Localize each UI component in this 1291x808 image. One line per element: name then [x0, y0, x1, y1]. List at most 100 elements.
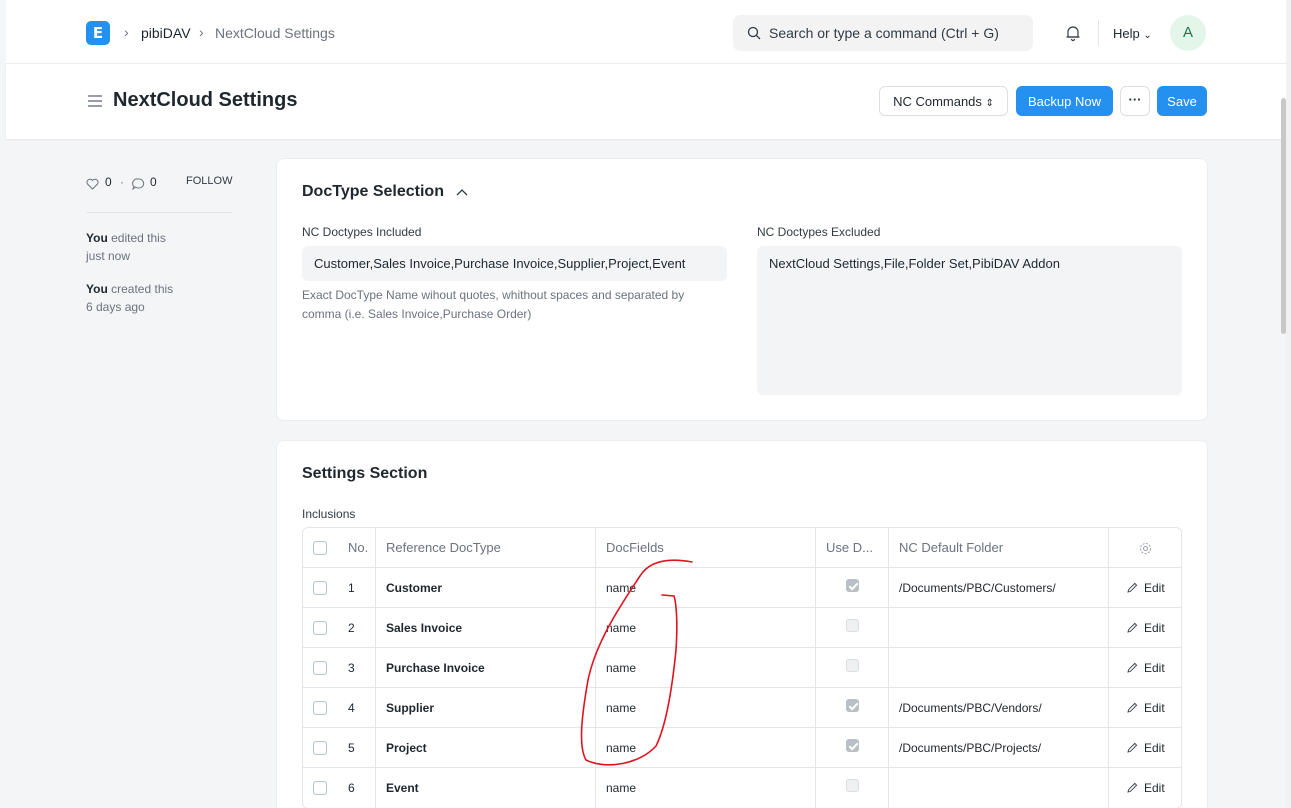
pencil-icon [1127, 782, 1138, 793]
like-count: 0 [105, 175, 112, 189]
row-checkbox-cell [303, 608, 338, 647]
doctype-selection-section: DocType Selection NC Doctypes Included C… [276, 158, 1208, 421]
row-edit-button[interactable]: Edit [1109, 768, 1181, 808]
edit-label: Edit [1144, 661, 1165, 675]
search-input[interactable]: Search or type a command (Ctrl + G) [769, 25, 999, 41]
nc-default-folder-cell[interactable]: /Documents/PBC/Vendors/ [889, 688, 1109, 727]
row-checkbox[interactable] [313, 741, 327, 755]
row-checkbox[interactable] [313, 661, 327, 675]
use-default-checkbox[interactable] [846, 579, 859, 592]
row-checkbox-cell [303, 688, 338, 727]
nc-default-folder-cell[interactable] [889, 608, 1109, 647]
notification-bell-icon[interactable] [1064, 24, 1082, 42]
column-use-default: Use D... [816, 528, 889, 567]
row-number: 1 [338, 568, 376, 607]
row-checkbox-cell [303, 568, 338, 607]
use-default-checkbox[interactable] [846, 659, 859, 672]
breadcrumb-chevron-icon: › [199, 24, 204, 40]
annotation-freehand-mark [580, 559, 693, 766]
inclusions-table: No. Reference DocType DocFields Use D...… [302, 527, 1182, 808]
save-button[interactable]: Save [1157, 86, 1207, 116]
row-checkbox[interactable] [313, 781, 327, 795]
row-checkbox[interactable] [313, 701, 327, 715]
page-scrollbar-thumb[interactable] [1281, 98, 1286, 334]
use-default-cell [816, 648, 889, 687]
nc-commands-button[interactable]: NC Commands ⇕ [879, 86, 1008, 116]
table-row[interactable]: 1 Customer name/Documents/PBC/Customers/Ed… [303, 568, 1181, 608]
sidebar-toggle-icon[interactable] [87, 94, 103, 108]
use-default-cell [816, 728, 889, 767]
table-row[interactable]: 6 Event name Edit [303, 768, 1181, 808]
row-edit-button[interactable]: Edit [1109, 688, 1181, 727]
use-default-checkbox[interactable] [846, 779, 859, 792]
follow-button[interactable]: FOLLOW [186, 175, 232, 187]
nc-default-folder-cell[interactable] [889, 768, 1109, 808]
heart-icon[interactable] [86, 178, 99, 190]
reference-doctype-cell[interactable]: Event [376, 768, 596, 808]
row-edit-button[interactable]: Edit [1109, 648, 1181, 687]
row-number: 6 [338, 768, 376, 808]
use-default-checkbox[interactable] [846, 619, 859, 632]
use-default-cell [816, 608, 889, 647]
breadcrumb-pibidav[interactable]: pibiDAV [141, 25, 191, 41]
comment-icon[interactable] [132, 178, 145, 190]
table-row[interactable]: 3 Purchase Invoice name Edit [303, 648, 1181, 688]
separator-dot: · [120, 175, 124, 189]
pencil-icon [1127, 662, 1138, 673]
included-label: NC Doctypes Included [302, 225, 422, 239]
row-number: 4 [338, 688, 376, 727]
header-checkbox-cell [303, 528, 338, 567]
table-row[interactable]: 4 Supplier name/Documents/PBC/Vendors/Edit [303, 688, 1181, 728]
reference-doctype-cell[interactable]: Purchase Invoice [376, 648, 596, 687]
section-title-settings: Settings Section [302, 465, 428, 482]
table-row[interactable]: 2 Sales Invoice name Edit [303, 608, 1181, 648]
select-arrows-icon: ⇕ [985, 98, 994, 109]
nav-divider [1098, 20, 1099, 46]
use-default-checkbox[interactable] [846, 739, 859, 752]
more-actions-button[interactable]: ··· [1120, 86, 1150, 116]
page-scrollbar-track[interactable] [1286, 0, 1291, 808]
chevron-down-icon: ⌄ [1143, 30, 1152, 41]
app-logo[interactable]: E [86, 21, 110, 45]
use-default-checkbox[interactable] [846, 699, 859, 712]
row-edit-button[interactable]: Edit [1109, 728, 1181, 767]
row-checkbox-cell [303, 768, 338, 808]
edit-label: Edit [1144, 621, 1165, 635]
row-checkbox[interactable] [313, 581, 327, 595]
nc-default-folder-cell[interactable]: /Documents/PBC/Customers/ [889, 568, 1109, 607]
column-settings-cell [1109, 528, 1181, 567]
navbar: E › pibiDAV › NextCloud Settings Search … [6, 0, 1286, 64]
comment-count: 0 [150, 175, 157, 189]
reference-doctype-cell[interactable]: Supplier [376, 688, 596, 727]
section-title-doctype[interactable]: DocType Selection [302, 183, 468, 201]
nc-default-folder-cell[interactable]: /Documents/PBC/Projects/ [889, 728, 1109, 767]
reference-doctype-cell[interactable]: Sales Invoice [376, 608, 596, 647]
pencil-icon [1127, 742, 1138, 753]
nc-default-folder-cell[interactable] [889, 648, 1109, 687]
backup-now-button[interactable]: Backup Now [1016, 86, 1113, 116]
included-input[interactable]: Customer,Sales Invoice,Purchase Invoice,… [302, 246, 727, 281]
table-row[interactable]: 5 Project name/Documents/PBC/Projects/Edit [303, 728, 1181, 768]
sidebar-divider [86, 212, 232, 213]
help-dropdown[interactable]: Help ⌄ [1113, 26, 1152, 41]
search-bar[interactable]: Search or type a command (Ctrl + G) [733, 15, 1033, 51]
page-title: NextCloud Settings [113, 89, 298, 111]
row-edit-button[interactable]: Edit [1109, 568, 1181, 607]
timeline-item-edited: You edited this just now [86, 231, 166, 263]
gear-icon[interactable] [1139, 542, 1152, 555]
reference-doctype-cell[interactable]: Project [376, 728, 596, 767]
row-checkbox[interactable] [313, 621, 327, 635]
reference-doctype-cell[interactable]: Customer [376, 568, 596, 607]
user-avatar[interactable]: A [1170, 15, 1206, 51]
chevron-up-icon[interactable] [456, 188, 468, 196]
row-edit-button[interactable]: Edit [1109, 608, 1181, 647]
excluded-textarea[interactable]: NextCloud Settings,File,Folder Set,PibiD… [757, 246, 1182, 395]
use-default-cell [816, 768, 889, 808]
row-number: 3 [338, 648, 376, 687]
breadcrumb-current[interactable]: NextCloud Settings [215, 25, 335, 41]
settings-section: Settings Section Inclusions No. Referenc… [276, 440, 1208, 808]
column-reference-doctype: Reference DocType [376, 528, 596, 567]
select-all-checkbox[interactable] [313, 541, 327, 555]
search-icon [747, 26, 761, 40]
excluded-label: NC Doctypes Excluded [757, 225, 881, 239]
